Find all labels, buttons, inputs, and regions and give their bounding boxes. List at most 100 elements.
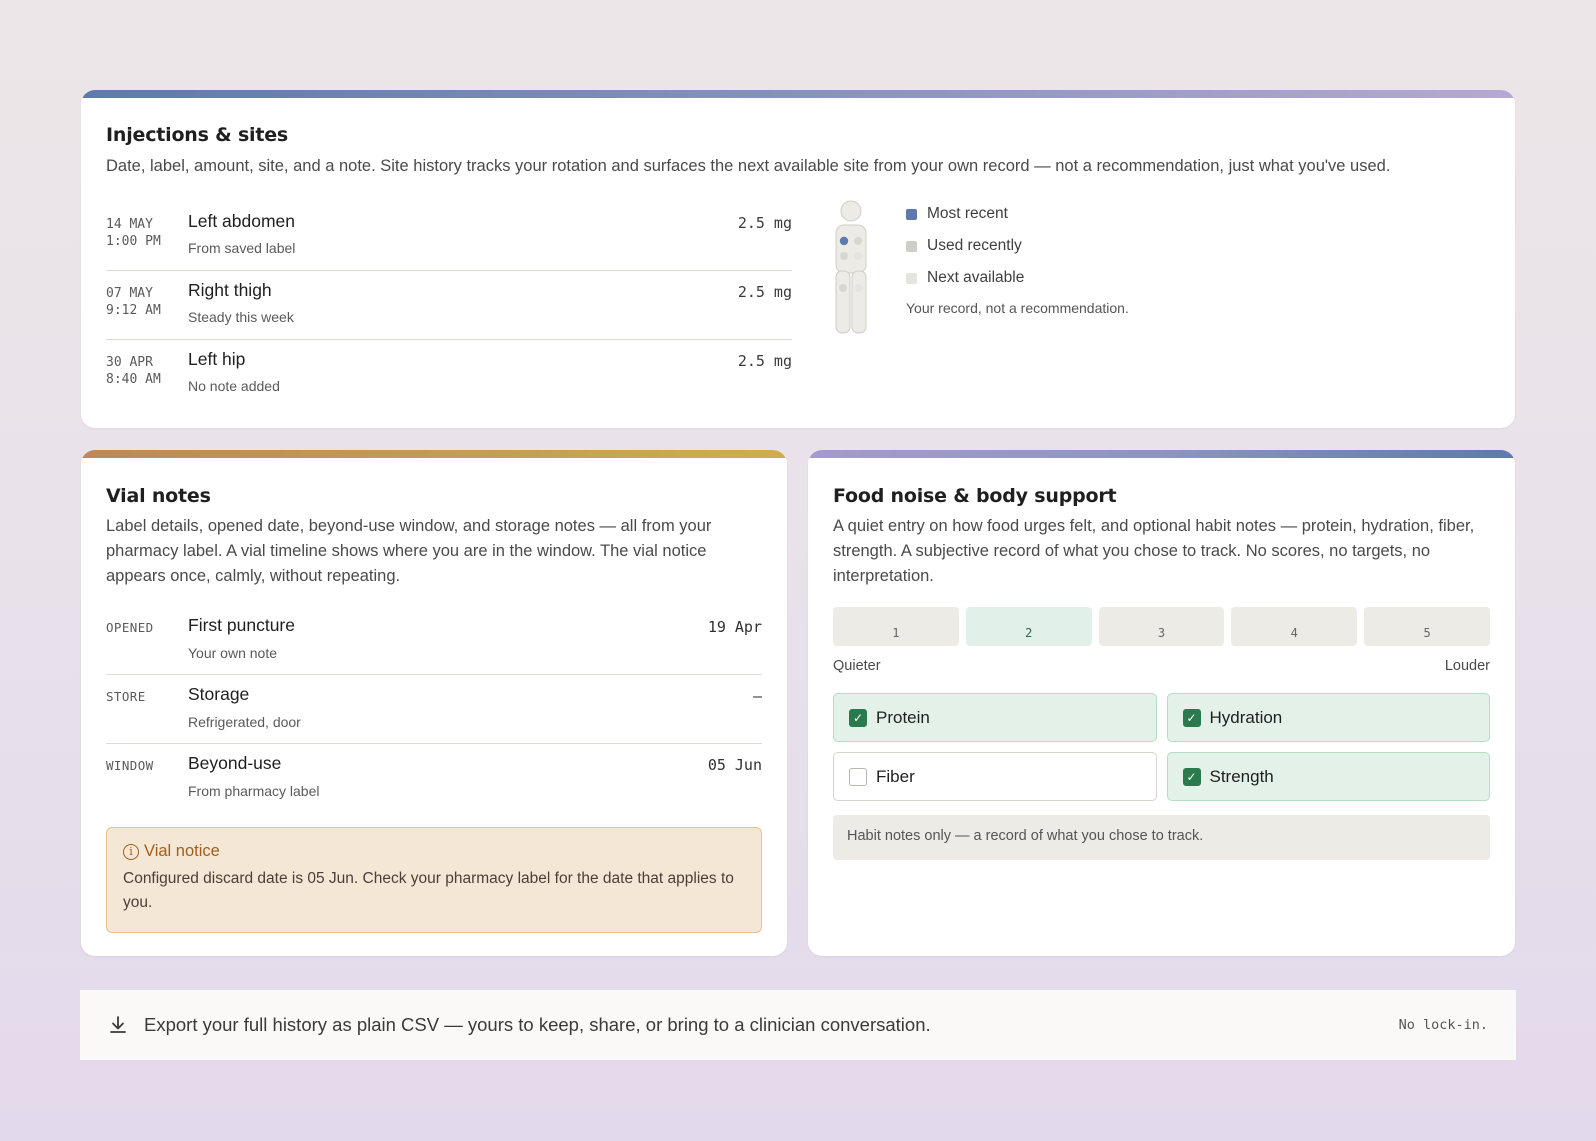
injections-title: Injections & sites [106, 124, 289, 146]
vial-row-name: Beyond-use [188, 753, 282, 773]
vial-row-opened[interactable]: OPENED First puncture Your own note 19 A… [106, 606, 762, 675]
injection-note: From saved label [188, 240, 296, 256]
injection-row[interactable]: 14 MAY 1:00 PM Left abdomen From saved l… [106, 202, 792, 271]
legend-label: Most recent [927, 205, 1008, 222]
injection-datetime: 14 MAY 1:00 PM [106, 216, 161, 250]
vial-notice-title: Vial notice [144, 842, 220, 860]
food-noise-card: Food noise & body support A quiet entry … [808, 450, 1515, 956]
vial-row-store[interactable]: STORE Storage Refrigerated, door — [106, 675, 762, 744]
injection-amount: 2.5 mg [737, 352, 792, 370]
injection-list: 14 MAY 1:00 PM Left abdomen From saved l… [106, 202, 792, 409]
legend-swatch [906, 240, 917, 252]
habit-hydration[interactable]: ✓ Hydration [1166, 693, 1490, 742]
scale-option-5[interactable]: 5 [1364, 607, 1490, 646]
legend-footnote: Your record, not a recommendation. [906, 300, 1129, 316]
legend-item-most-recent: Most recent [906, 198, 1129, 230]
scale-option-3[interactable]: 3 [1098, 607, 1225, 646]
vial-notice: i Vial notice Configured discard date is… [106, 827, 762, 933]
vial-row-tag: STORE [106, 689, 146, 704]
injection-time: 8:40 AM [106, 372, 161, 387]
injection-site: Left hip [188, 349, 246, 369]
legend-swatch [906, 208, 917, 220]
vial-notice-text: Configured discard date is 05 Jun. Check… [123, 870, 734, 911]
injection-amount: 2.5 mg [737, 283, 792, 301]
injection-date: 30 APR [106, 355, 153, 370]
body-site-map-icon [835, 200, 867, 334]
site-dot-right-abdomen [854, 237, 862, 245]
download-icon[interactable] [108, 1014, 128, 1036]
injection-site: Right thigh [188, 280, 272, 300]
vial-row-sub: From pharmacy label [188, 783, 320, 799]
injection-row[interactable]: 07 MAY 9:12 AM Right thigh Steady this w… [106, 271, 792, 340]
scale-option-4[interactable]: 4 [1231, 607, 1358, 646]
scale-high-label: Louder [1444, 658, 1490, 674]
scale-option-1[interactable]: 1 [833, 607, 959, 646]
site-dot-left-hip [840, 252, 848, 260]
legend-swatch [906, 272, 917, 284]
injection-amount: 2.5 mg [737, 214, 792, 232]
food-noise-scale: 1 2 3 4 5 [833, 607, 1490, 646]
card-accent-bar [81, 450, 787, 458]
card-accent-bar [808, 450, 1515, 458]
vial-row-window[interactable]: WINDOW Beyond-use From pharmacy label 05… [106, 744, 762, 813]
injections-card: Injections & sites Date, label, amount, … [81, 90, 1515, 428]
scale-option-2[interactable]: 2 [965, 607, 1092, 646]
checkbox-checked-icon[interactable]: ✓ [1182, 708, 1201, 727]
vial-row-tag: OPENED [106, 620, 154, 635]
injection-note: No note added [188, 378, 280, 394]
injection-note: Steady this week [188, 309, 294, 325]
scale-low-label: Quieter [833, 658, 881, 674]
injections-description: Date, label, amount, site, and a note. S… [106, 157, 1391, 175]
site-dot-left-abdomen [839, 236, 849, 246]
legend-label: Next available [927, 269, 1025, 286]
legend-item-next-available: Next available [906, 262, 1129, 294]
checkbox-checked-icon[interactable]: ✓ [1182, 767, 1201, 786]
habit-fiber[interactable]: Fiber [833, 752, 1157, 801]
habit-label: Protein [876, 707, 930, 727]
habit-strength[interactable]: ✓ Strength [1166, 752, 1490, 801]
vial-notice-title-row: i Vial notice [123, 842, 745, 861]
checkbox-unchecked-icon[interactable] [849, 767, 867, 786]
vial-row-name: Storage [188, 684, 250, 704]
vial-row-value: 05 Jun [707, 756, 762, 774]
injection-date: 07 MAY [106, 286, 153, 301]
vial-title: Vial notes [106, 485, 211, 507]
food-title: Food noise & body support [833, 485, 1117, 507]
checkbox-checked-icon[interactable]: ✓ [849, 708, 867, 727]
injection-date: 14 MAY [106, 217, 153, 232]
injection-row[interactable]: 30 APR 8:40 AM Left hip No note added 2.… [106, 340, 792, 409]
habit-checklist: ✓ Protein ✓ Hydration Fiber ✓ Strength [833, 693, 1490, 801]
habit-protein[interactable]: ✓ Protein [833, 693, 1157, 742]
vial-description: Label details, opened date, beyond-use w… [106, 517, 712, 585]
export-tag: No lock-in. [1398, 1017, 1488, 1033]
vial-row-tag: WINDOW [106, 758, 154, 773]
site-dot-right-thigh [855, 284, 863, 292]
injection-site: Left abdomen [188, 211, 296, 231]
vial-row-value: 19 Apr [707, 618, 762, 636]
info-icon: i [123, 843, 139, 860]
site-legend: Most recent Used recently Next available… [906, 198, 1129, 316]
habit-label: Strength [1209, 766, 1274, 786]
vial-row-sub: Refrigerated, door [188, 714, 301, 730]
vial-notes-card: Vial notes Label details, opened date, b… [81, 450, 787, 956]
site-dot-right-hip [854, 252, 862, 260]
vial-row-sub: Your own note [188, 645, 277, 661]
site-dot-left-thigh [839, 284, 847, 292]
export-bar[interactable]: Export your full history as plain CSV — … [80, 990, 1516, 1060]
injection-datetime: 07 MAY 9:12 AM [106, 285, 161, 319]
injection-time: 9:12 AM [106, 303, 161, 318]
food-description: A quiet entry on how food urges felt, an… [833, 517, 1475, 585]
vial-row-value: — [752, 687, 762, 705]
card-accent-bar [81, 90, 1515, 98]
vial-detail-list: OPENED First puncture Your own note 19 A… [106, 606, 762, 813]
scale-labels: Quieter Louder [833, 658, 1490, 674]
injection-time: 1:00 PM [106, 234, 161, 249]
legend-item-used-recently: Used recently [906, 230, 1129, 262]
export-text[interactable]: Export your full history as plain CSV — … [144, 1014, 1399, 1036]
habit-note: Habit notes only — a record of what you … [833, 815, 1490, 860]
legend-label: Used recently [927, 237, 1022, 254]
injection-datetime: 30 APR 8:40 AM [106, 354, 161, 388]
habit-label: Fiber [876, 766, 915, 786]
habit-label: Hydration [1209, 707, 1283, 727]
vial-row-name: First puncture [188, 615, 295, 635]
